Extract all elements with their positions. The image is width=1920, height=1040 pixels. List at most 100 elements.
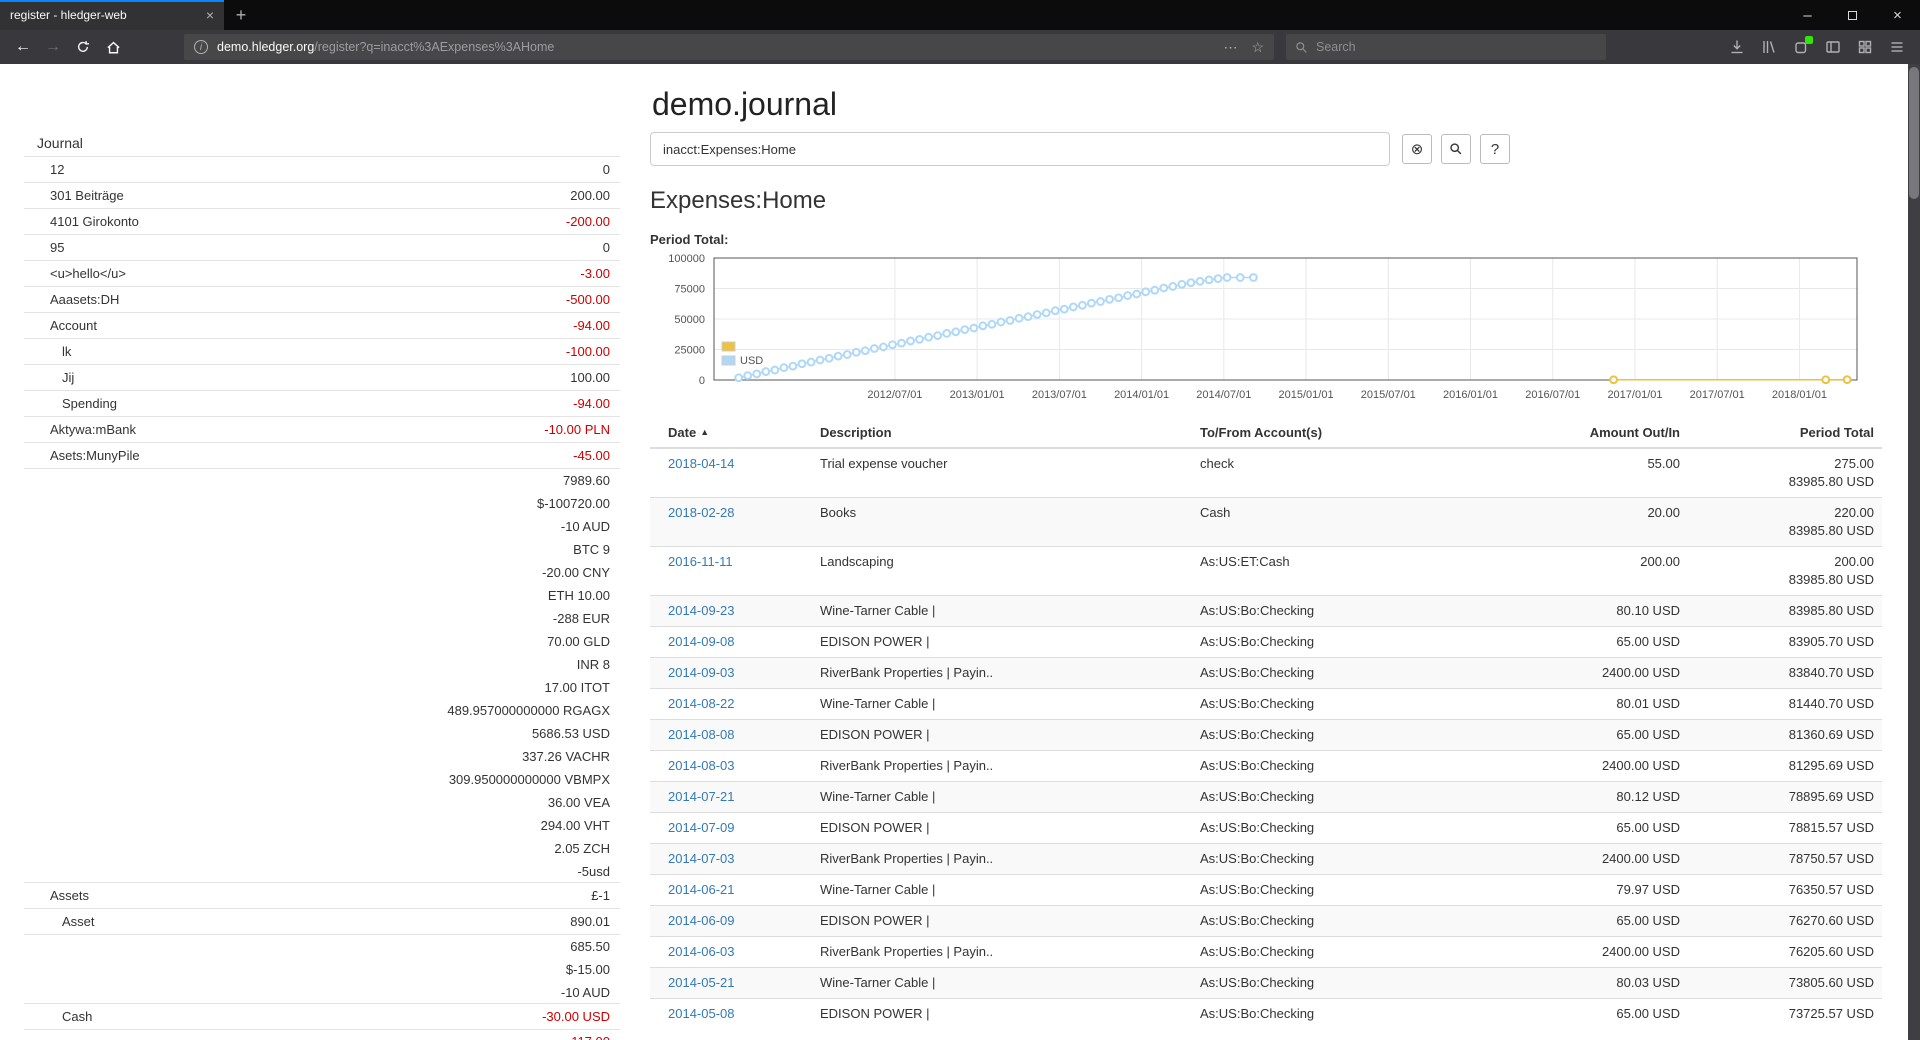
account-row[interactable]: -10 AUD [24, 515, 620, 538]
column-description[interactable]: Description [812, 418, 1192, 448]
transaction-date-link[interactable]: 2018-02-28 [668, 505, 735, 520]
account-row[interactable]: 4101 Girokonto -200.00 [24, 209, 620, 235]
transaction-date-link[interactable]: 2016-11-11 [668, 554, 733, 569]
account-row[interactable]: $-100720.00 [24, 492, 620, 515]
register-chart[interactable]: 02500050000750001000002012/07/012013/01/… [650, 250, 1882, 408]
downloads-button[interactable] [1728, 38, 1746, 56]
account-row[interactable]: -5usd [24, 860, 620, 883]
transaction-date-link[interactable]: 2014-07-21 [668, 789, 735, 804]
account-row[interactable]: Aaasets:DH -500.00 [24, 287, 620, 313]
transaction-date-link[interactable]: 2014-05-08 [668, 1006, 735, 1021]
account-row[interactable]: -288 EUR [24, 607, 620, 630]
scrollbar-thumb[interactable] [1909, 67, 1919, 199]
browser-search-bar[interactable]: Search [1286, 34, 1606, 60]
account-row[interactable]: 337.26 VACHR [24, 745, 620, 768]
transaction-date-link[interactable]: 2014-06-03 [668, 944, 735, 959]
account-name[interactable]: Assets [50, 888, 591, 903]
library-button[interactable] [1760, 38, 1778, 56]
account-row[interactable]: <u>hello</u> -3.00 [24, 261, 620, 287]
transaction-date-link[interactable]: 2014-09-08 [668, 634, 735, 649]
account-row[interactable]: Cash -30.00 USD [24, 1004, 620, 1030]
browser-tab-active[interactable]: register - hledger-web × [0, 0, 224, 30]
account-name[interactable]: 4101 Girokonto [50, 214, 566, 229]
account-row[interactable]: Assets £-1 [24, 883, 620, 909]
account-row[interactable]: 489.957000000000 RGAGX [24, 699, 620, 722]
transaction-date-link[interactable]: 2018-04-14 [668, 456, 735, 471]
account-row[interactable]: 70.00 GLD [24, 630, 620, 653]
account-name[interactable]: Jij [62, 370, 570, 385]
extension-button[interactable] [1792, 38, 1810, 56]
account-row[interactable]: 685.50 [24, 935, 620, 958]
menu-button[interactable] [1888, 38, 1906, 56]
page-scrollbar[interactable] [1908, 64, 1920, 1040]
account-name[interactable]: Cash [62, 1009, 542, 1024]
account-name[interactable]: 12 [50, 162, 603, 177]
new-tab-button[interactable]: + [224, 0, 258, 30]
account-row[interactable]: 7989.60 [24, 469, 620, 492]
account-row[interactable]: 95 0 [24, 235, 620, 261]
account-row[interactable]: $-15.00 [24, 958, 620, 981]
transaction-date-link[interactable]: 2014-08-08 [668, 727, 735, 742]
account-row[interactable]: 17.00 ITOT [24, 676, 620, 699]
reload-button[interactable] [68, 32, 98, 62]
page-actions-icon[interactable]: ⋯ [1223, 39, 1237, 56]
account-row[interactable]: lk -100.00 [24, 339, 620, 365]
transaction-date-link[interactable]: 2014-09-23 [668, 603, 735, 618]
transaction-date-link[interactable]: 2014-07-03 [668, 851, 735, 866]
tab-close-icon[interactable]: × [206, 7, 214, 23]
account-name[interactable]: Spending [62, 396, 573, 411]
transaction-date-link[interactable]: 2014-06-09 [668, 913, 735, 928]
pages-button[interactable] [1856, 38, 1874, 56]
column-period-total[interactable]: Period Total [1688, 418, 1882, 448]
clear-query-button[interactable]: ⊗ [1402, 134, 1432, 164]
account-row[interactable]: Spending -94.00 [24, 391, 620, 417]
transaction-date-link[interactable]: 2014-05-21 [668, 975, 735, 990]
account-name[interactable]: 301 Beiträge [50, 188, 570, 203]
account-row[interactable]: BTC 9 [24, 538, 620, 561]
account-row[interactable]: 301 Beiträge 200.00 [24, 183, 620, 209]
account-row[interactable]: 12 0 [24, 157, 620, 183]
transaction-date-link[interactable]: 2014-08-03 [668, 758, 735, 773]
column-account[interactable]: To/From Account(s) [1192, 418, 1522, 448]
account-row[interactable]: ETH 10.00 [24, 584, 620, 607]
back-button[interactable]: ← [8, 32, 38, 62]
account-name[interactable]: Asets:MunyPile [50, 448, 573, 463]
account-name[interactable]: Account [50, 318, 573, 333]
bookmark-star-icon[interactable]: ☆ [1251, 39, 1264, 56]
home-button[interactable] [98, 32, 128, 62]
submit-search-button[interactable] [1441, 134, 1471, 164]
account-row[interactable]: -10 AUD [24, 981, 620, 1004]
account-row[interactable]: 36.00 VEA [24, 791, 620, 814]
site-info-icon[interactable]: i [194, 40, 208, 54]
account-row[interactable]: -117.00 [24, 1030, 620, 1040]
query-input[interactable] [650, 132, 1390, 166]
account-name[interactable]: <u>hello</u> [50, 266, 580, 281]
forward-button[interactable]: → [38, 32, 68, 62]
account-row[interactable]: Account -94.00 [24, 313, 620, 339]
column-amount[interactable]: Amount Out/In [1522, 418, 1688, 448]
account-row[interactable]: 294.00 VHT [24, 814, 620, 837]
window-close-button[interactable]: × [1875, 0, 1920, 30]
account-name[interactable]: Asset [62, 914, 570, 929]
account-row[interactable]: Asset 890.01 [24, 909, 620, 935]
url-bar[interactable]: i demo.hledger.org/register?q=inacct%3AE… [184, 34, 1274, 60]
account-row[interactable]: Asets:MunyPile -45.00 [24, 443, 620, 469]
transaction-date-link[interactable]: 2014-07-09 [668, 820, 735, 835]
account-row[interactable]: Jij 100.00 [24, 365, 620, 391]
column-date[interactable]: Date▲ [650, 418, 812, 448]
search-help-button[interactable]: ? [1480, 134, 1510, 164]
sidebar-journal-link[interactable]: Journal [24, 131, 620, 157]
account-row[interactable]: 5686.53 USD [24, 722, 620, 745]
account-row[interactable]: 2.05 ZCH [24, 837, 620, 860]
account-row[interactable]: 309.950000000000 VBMPX [24, 768, 620, 791]
account-name[interactable]: 95 [50, 240, 603, 255]
window-maximize-button[interactable] [1830, 0, 1875, 30]
transaction-date-link[interactable]: 2014-08-22 [668, 696, 735, 711]
account-row[interactable]: INR 8 [24, 653, 620, 676]
account-name[interactable]: Aaasets:DH [50, 292, 566, 307]
sidebar-toggle-button[interactable] [1824, 38, 1842, 56]
account-name[interactable]: lk [62, 344, 566, 359]
account-name[interactable]: Aktywa:mBank [50, 422, 544, 437]
window-minimize-button[interactable]: – [1785, 0, 1830, 30]
transaction-date-link[interactable]: 2014-09-03 [668, 665, 735, 680]
